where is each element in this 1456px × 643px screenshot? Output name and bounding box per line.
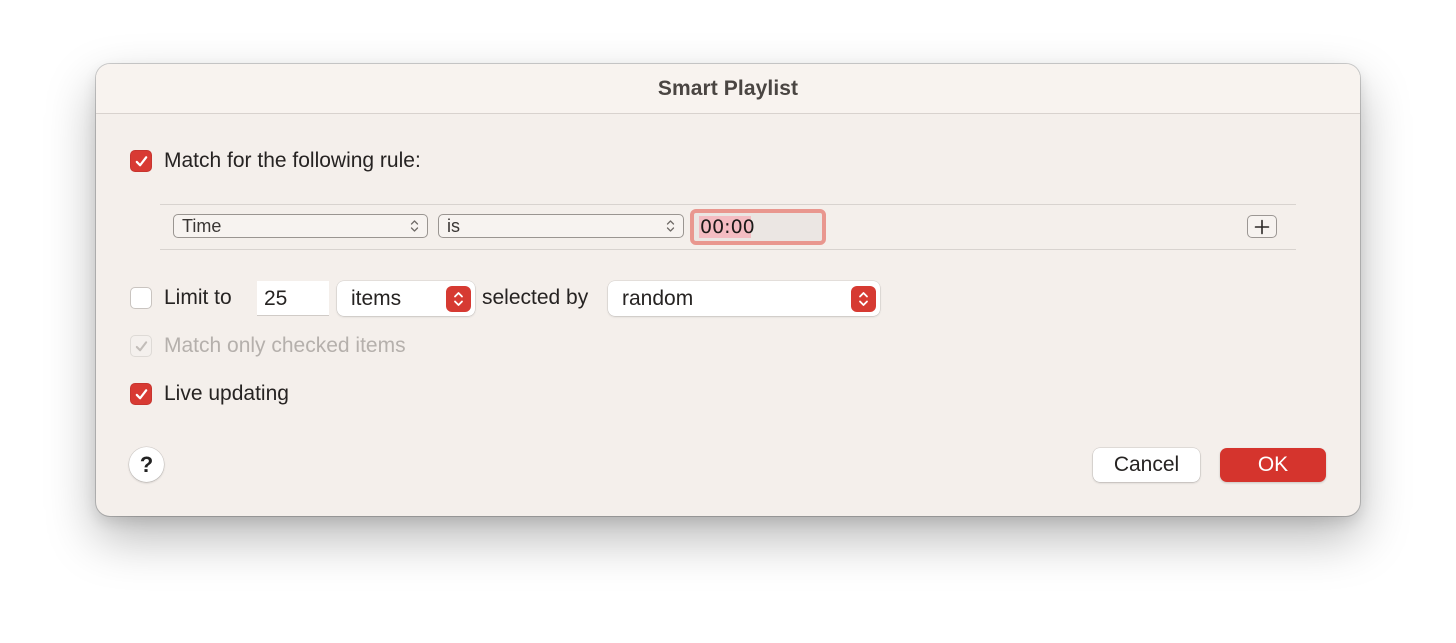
limit-unit-value: items xyxy=(351,287,402,310)
limit-label: Limit to xyxy=(164,286,232,309)
rule-value-text: 00:00 xyxy=(700,216,755,238)
match-rule-label: Match for the following rule: xyxy=(164,149,421,172)
checkmark-icon xyxy=(135,340,147,351)
cancel-button[interactable]: Cancel xyxy=(1093,448,1200,482)
title-bar: Smart Playlist xyxy=(96,64,1360,114)
rule-value-input[interactable]: 00:00 xyxy=(690,209,826,245)
up-down-chevron-icon xyxy=(410,220,419,232)
dialog-title: Smart Playlist xyxy=(657,76,799,100)
rule-field-popup[interactable]: Time xyxy=(173,214,428,238)
limit-checkbox[interactable] xyxy=(130,287,152,309)
selected-by-value: random xyxy=(622,287,694,310)
limit-unit-stepper xyxy=(446,286,471,312)
up-down-chevron-icon xyxy=(454,292,463,306)
help-button[interactable]: ? xyxy=(129,447,164,482)
ok-button[interactable]: OK xyxy=(1220,448,1326,482)
limit-count-input[interactable]: 25 xyxy=(257,281,329,316)
add-rule-button[interactable] xyxy=(1247,215,1277,238)
match-checked-checkbox[interactable] xyxy=(130,335,152,357)
question-mark-icon: ? xyxy=(139,451,154,477)
rule-field-value: Time xyxy=(182,215,222,236)
match-rule-checkbox[interactable] xyxy=(130,150,152,172)
match-checked-label: Match only checked items xyxy=(164,334,406,357)
selected-by-select[interactable]: random xyxy=(608,281,880,316)
limit-unit-select[interactable]: items xyxy=(337,281,475,316)
up-down-chevron-icon xyxy=(666,220,675,232)
checkmark-icon xyxy=(135,388,147,399)
rule-operator-value: is xyxy=(447,215,460,236)
checkmark-icon xyxy=(135,155,147,166)
live-updating-label: Live updating xyxy=(164,382,289,405)
up-down-chevron-icon xyxy=(859,292,868,306)
smart-playlist-dialog: Smart Playlist Match for the following r… xyxy=(96,64,1360,516)
plus-icon xyxy=(1254,219,1270,234)
live-updating-checkbox[interactable] xyxy=(130,383,152,405)
selected-by-label: selected by xyxy=(482,286,589,309)
selected-by-stepper xyxy=(851,286,876,312)
rule-operator-popup[interactable]: is xyxy=(438,214,684,238)
